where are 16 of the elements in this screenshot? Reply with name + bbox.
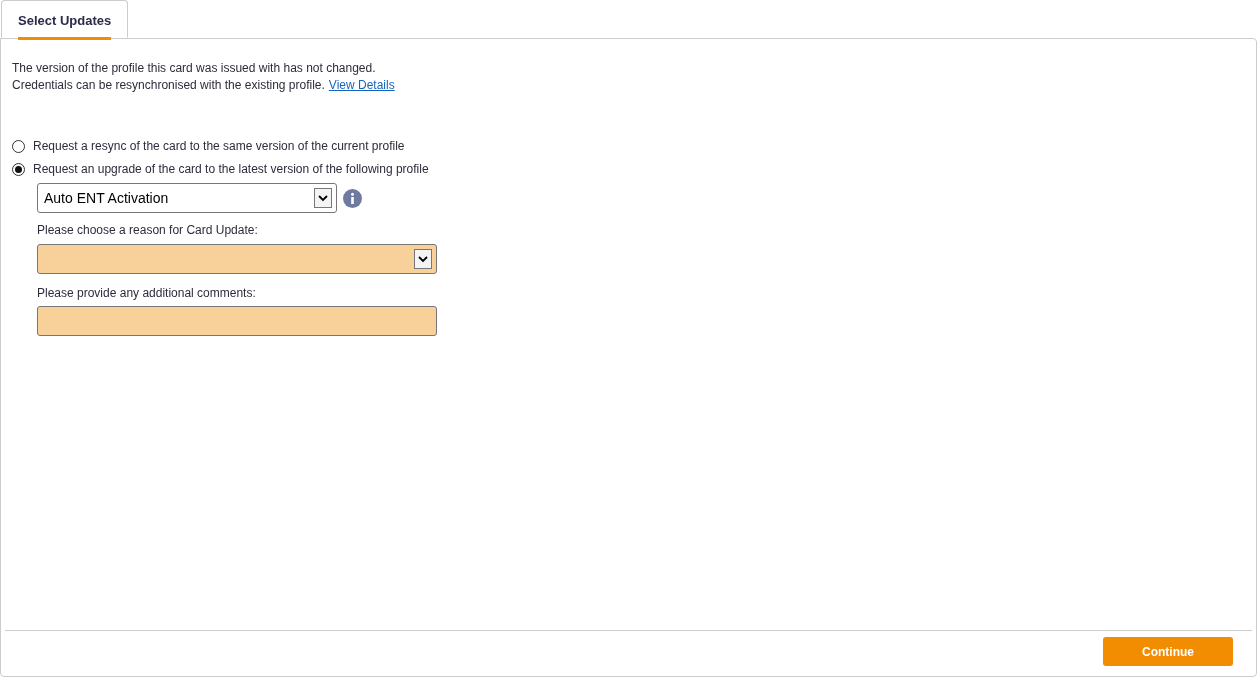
reason-dropdown[interactable]: [37, 244, 437, 274]
reason-label: Please choose a reason for Card Update:: [37, 222, 259, 239]
status-message-line: Credentials can be resynchronised with the existing profile.: [12, 77, 325, 94]
caret-icon: [314, 188, 332, 208]
radio-button[interactable]: [12, 140, 25, 153]
tab[interactable]: Select Updates: [1, 0, 129, 38]
status-message-line: The version of the profile this card was issued with has not changed.: [12, 60, 377, 77]
radio-option[interactable]: Request an upgrade of the card to the latest version of the following profile: [12, 161, 429, 178]
caret-icon: [414, 249, 432, 269]
comments-field[interactable]: [37, 306, 437, 336]
info-icon[interactable]: [343, 188, 362, 208]
radio-button[interactable]: [12, 163, 25, 176]
profile-dropdown[interactable]: Auto ENT Activation: [37, 183, 337, 213]
view-details-link[interactable]: View Details: [328, 77, 395, 94]
radio-option[interactable]: Request a resync of the card to the same version of the current profile: [12, 138, 405, 155]
comments-label: Please provide any additional comments:: [37, 285, 257, 302]
